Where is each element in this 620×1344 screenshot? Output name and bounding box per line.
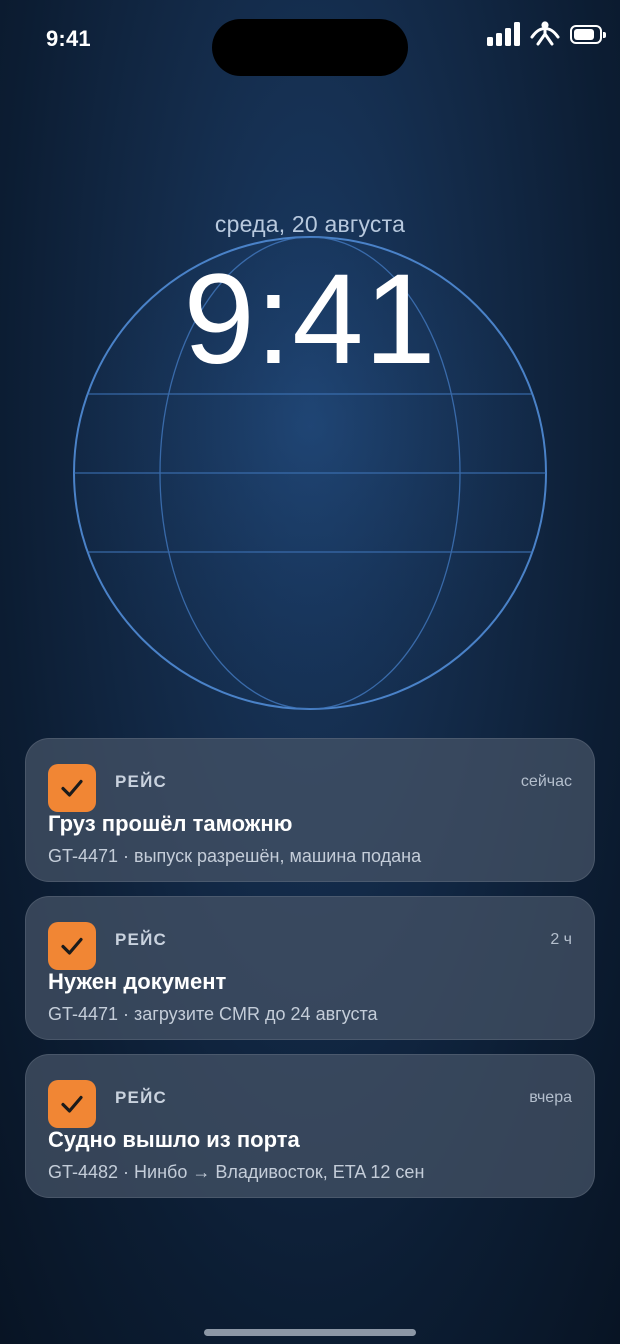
home-indicator[interactable] xyxy=(204,1329,416,1336)
notification-stack: РЕЙС сейчас Груз прошёл таможню GT-4471 … xyxy=(25,738,595,1212)
notification-body: GT-4471 · загрузите CMR до 24 августа xyxy=(48,1004,378,1024)
battery-level xyxy=(574,28,594,40)
notification-time: сейчас xyxy=(520,773,572,790)
checkmark-icon xyxy=(61,937,83,955)
app-icon xyxy=(48,1080,96,1128)
notification-time: вчера xyxy=(529,1089,572,1106)
notification-card[interactable]: РЕЙС сейчас Груз прошёл таможню GT-4471 … xyxy=(25,738,595,882)
status-icons xyxy=(487,18,606,50)
lock-clock: 9:41 xyxy=(183,248,437,391)
notification-card[interactable]: РЕЙС вчера Судно вышло из порта GT-4482 … xyxy=(25,1054,595,1198)
notification-time: 2 ч xyxy=(550,931,572,948)
signal-icon xyxy=(487,22,520,46)
checkmark-icon xyxy=(61,779,83,797)
notification-title: Груз прошёл таможню xyxy=(48,811,293,836)
notification-body: GT-4482 · Нинбо → Владивосток, ETA 12 се… xyxy=(48,1162,425,1182)
lock-screen: 9:41 среда, 20 августа 9:41 РЕЙС сейчас … xyxy=(0,0,620,1344)
notification-app-name: РЕЙС xyxy=(115,930,167,949)
notification-card[interactable]: РЕЙС 2 ч Нужен документ GT-4471 · загруз… xyxy=(25,896,595,1040)
notification-title: Нужен документ xyxy=(48,969,227,994)
notification-title: Судно вышло из порта xyxy=(48,1127,300,1152)
app-icon xyxy=(48,922,96,970)
notification-body: GT-4471 · выпуск разрешён, машина подана xyxy=(48,846,422,866)
accessibility-icon xyxy=(530,21,560,46)
app-icon xyxy=(48,764,96,812)
battery-icon xyxy=(570,24,606,44)
notification-app-name: РЕЙС xyxy=(115,772,167,791)
status-bar-time: 9:41 xyxy=(46,26,91,51)
lock-date: среда, 20 августа xyxy=(214,211,406,237)
notification-app-name: РЕЙС xyxy=(115,1088,167,1107)
dynamic-island xyxy=(212,19,408,76)
checkmark-icon xyxy=(61,1095,83,1113)
